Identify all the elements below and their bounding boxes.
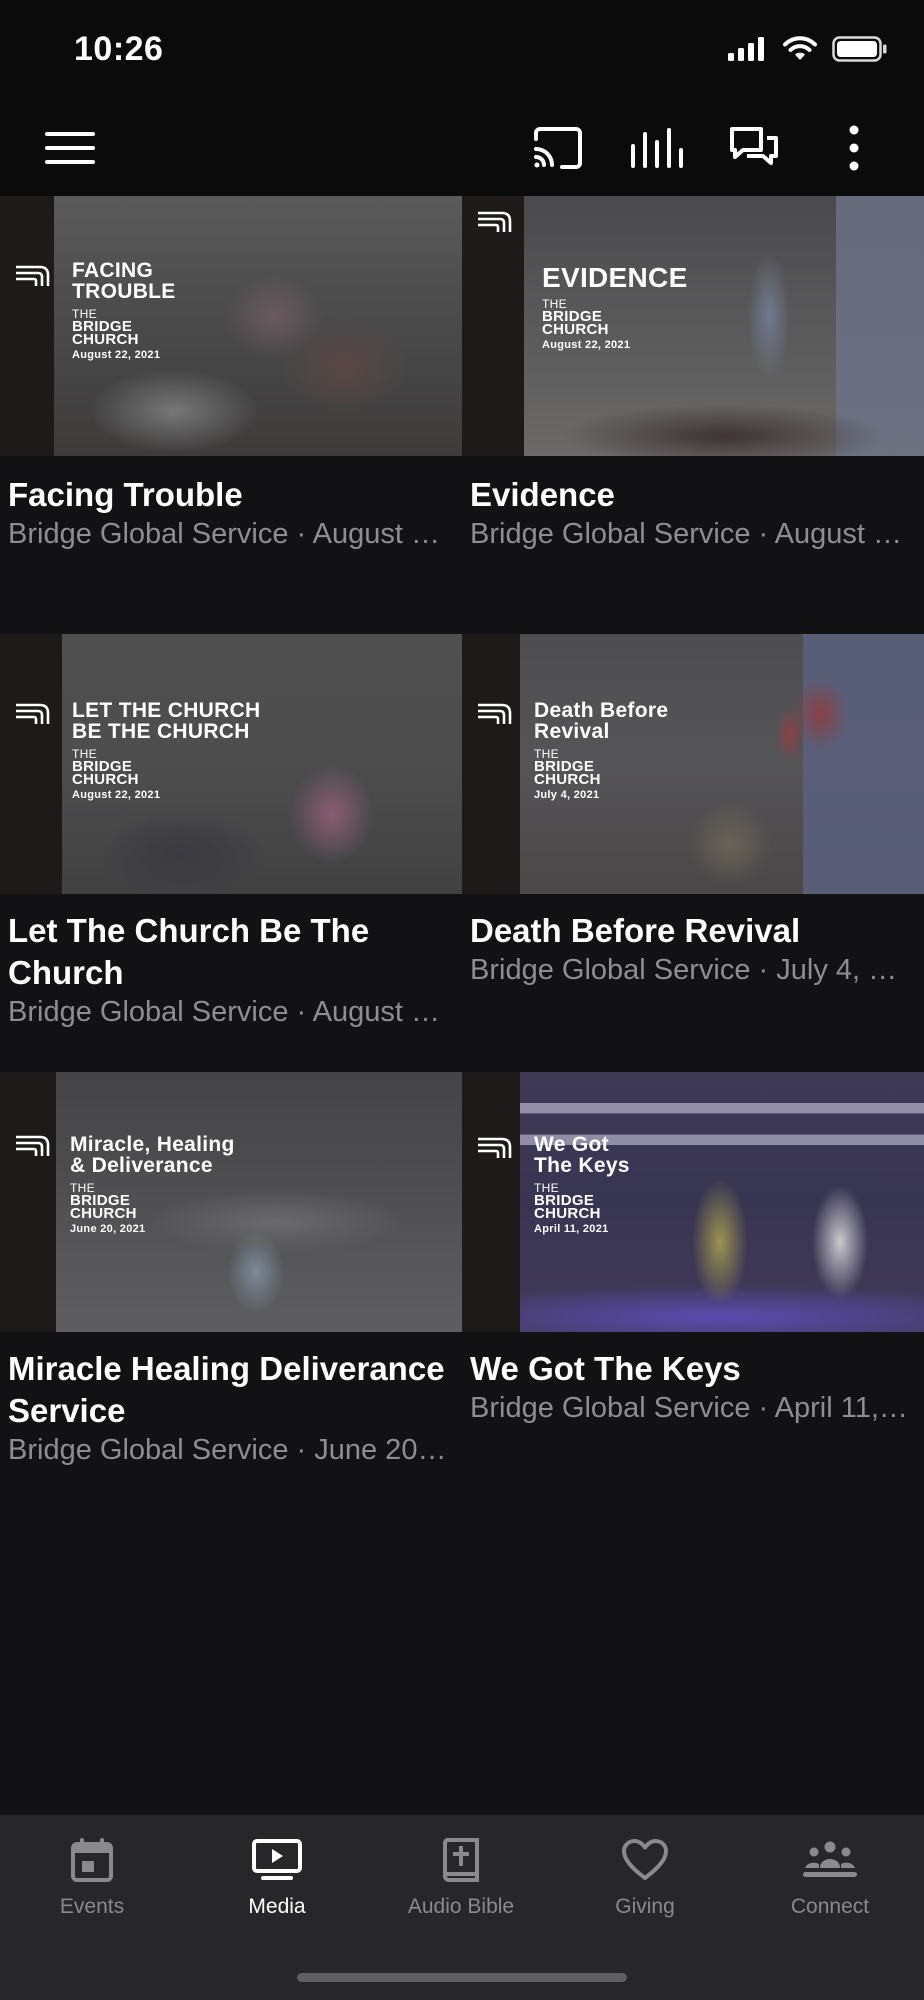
bridge-logo-icon xyxy=(478,1137,512,1158)
bridge-logo-icon xyxy=(478,211,512,232)
bridge-logo-icon xyxy=(16,265,50,286)
tab-audio-bible[interactable]: Audio Bible xyxy=(369,1815,553,1945)
media-subtitle: Bridge Global Service · April 11, 2021 xyxy=(470,1392,910,1424)
media-thumbnail[interactable]: We Got The Keys THE BRIDGE CHURCH April … xyxy=(462,1072,924,1332)
tab-media[interactable]: Media xyxy=(185,1815,369,1945)
heart-icon xyxy=(621,1833,669,1887)
media-title[interactable]: Miracle Healing Deliverance Service xyxy=(8,1348,448,1432)
bridge-logo-icon xyxy=(16,1135,50,1156)
tab-label: Media xyxy=(248,1895,306,1918)
wifi-icon xyxy=(783,36,817,60)
tab-label: Connect xyxy=(790,1895,870,1918)
media-title[interactable]: We Got The Keys xyxy=(470,1348,910,1390)
tab-connect[interactable]: Connect xyxy=(738,1815,922,1945)
more-options-button[interactable] xyxy=(824,118,884,178)
media-thumbnail[interactable]: FACING TROUBLE THE BRIDGE CHURCH August … xyxy=(0,196,462,456)
home-indicator[interactable] xyxy=(297,1973,627,1982)
media-subtitle: Bridge Global Service · August 22, 2021 xyxy=(8,518,448,550)
thumbnail-overlay-text: LET THE CHURCH BE THE CHURCH THE BRIDGE … xyxy=(72,699,261,801)
signal-icon xyxy=(728,37,764,61)
tab-giving[interactable]: Giving xyxy=(553,1815,737,1945)
play-screen-icon xyxy=(251,1833,303,1887)
bottom-tab-bar: Events Media Audio Bible Giving Connect xyxy=(0,1815,924,2000)
media-title[interactable]: Death Before Revival xyxy=(470,910,910,952)
media-subtitle: Bridge Global Service · August 22, 2021 xyxy=(470,518,910,550)
media-thumbnail[interactable]: LET THE CHURCH BE THE CHURCH THE BRIDGE … xyxy=(0,634,462,894)
media-thumbnail[interactable]: EVIDENCE THE BRIDGE CHURCH August 22, 20… xyxy=(462,196,924,456)
media-subtitle: Bridge Global Service · August 22, 2021 xyxy=(8,996,448,1028)
status-time: 10:26 xyxy=(74,30,164,68)
media-thumbnail[interactable]: Death Before Revival THE BRIDGE CHURCH J… xyxy=(462,634,924,894)
tab-label: Audio Bible xyxy=(407,1895,515,1918)
status-bar: 10:26 xyxy=(0,0,924,100)
status-icons xyxy=(728,36,888,62)
tab-events[interactable]: Events xyxy=(0,1815,184,1945)
thumbnail-overlay-text: EVIDENCE THE BRIDGE CHURCH August 22, 20… xyxy=(542,262,688,352)
bible-icon xyxy=(441,1833,481,1887)
cast-button[interactable] xyxy=(528,118,588,178)
bridge-logo-icon xyxy=(16,703,50,724)
bridge-logo-icon xyxy=(478,703,512,724)
calendar-icon xyxy=(70,1833,114,1887)
media-subtitle: Bridge Global Service · June 20, 2021 xyxy=(8,1434,448,1466)
thumbnail-overlay-text: FACING TROUBLE THE BRIDGE CHURCH August … xyxy=(72,259,176,361)
media-thumbnail[interactable]: Miracle, Healing & Deliverance THE BRIDG… xyxy=(0,1072,462,1332)
media-subtitle: Bridge Global Service · July 4, 2021 xyxy=(470,954,910,986)
thumbnail-overlay-text: Miracle, Healing & Deliverance THE BRIDG… xyxy=(70,1133,235,1235)
audio-bars-icon xyxy=(631,128,683,168)
menu-icon xyxy=(45,132,95,164)
top-toolbar xyxy=(0,100,924,196)
thumbnail-overlay-text: Death Before Revival THE BRIDGE CHURCH J… xyxy=(534,699,669,801)
media-title[interactable]: Let The Church Be The Church xyxy=(8,910,448,994)
chat-icon xyxy=(730,127,778,165)
thumbnail-overlay-text: We Got The Keys THE BRIDGE CHURCH April … xyxy=(534,1133,630,1235)
menu-button[interactable] xyxy=(40,118,100,178)
more-vertical-icon xyxy=(849,125,859,171)
chat-button[interactable] xyxy=(724,118,784,178)
media-title[interactable]: Evidence xyxy=(470,474,910,516)
cast-icon xyxy=(534,127,582,169)
people-group-icon xyxy=(801,1833,859,1887)
tab-label: Events xyxy=(59,1895,125,1918)
tab-label: Giving xyxy=(615,1895,675,1918)
media-title[interactable]: Facing Trouble xyxy=(8,474,448,516)
audio-button[interactable] xyxy=(627,118,687,178)
battery-icon xyxy=(832,36,887,62)
